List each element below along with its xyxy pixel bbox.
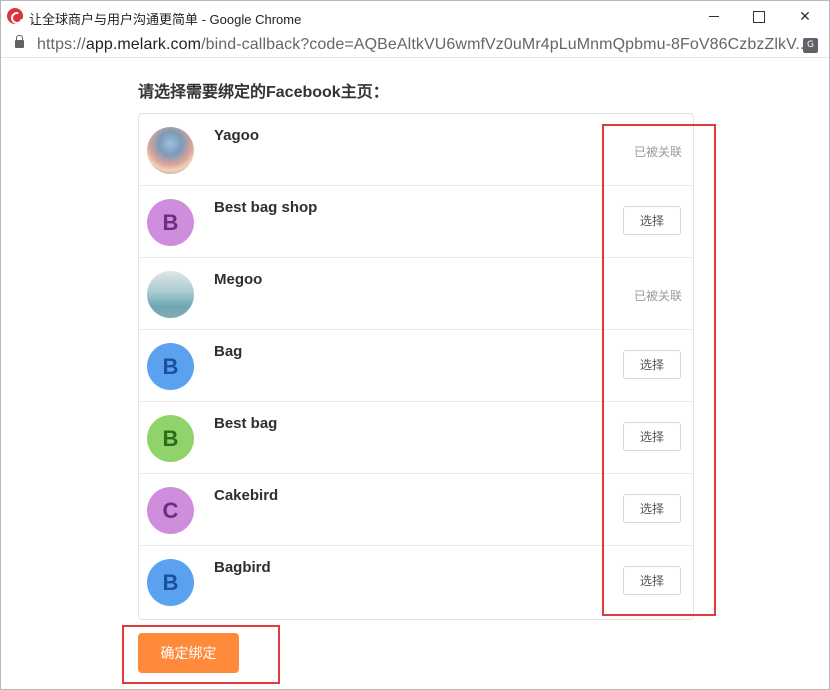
address-bar[interactable]: https://app.melark.com/bind-callback?cod… [1,32,829,58]
annotation-box-confirm [122,625,280,684]
app-logo-icon [7,8,23,24]
url-host: app.melark.com [85,36,202,53]
page-avatar [147,271,194,318]
page-name: Best bag shop [214,199,318,216]
page-name: Best bag [214,415,278,432]
page-avatar: B [147,199,194,246]
page-avatar [147,127,194,174]
maximize-icon[interactable] [736,1,782,32]
page-avatar: C [147,487,194,534]
browser-window: 让全球商户与用户沟通更简单 - Google Chrome ✕ https://… [0,0,830,690]
title-bar: 让全球商户与用户沟通更简单 - Google Chrome ✕ [1,1,829,32]
close-icon[interactable]: ✕ [782,1,828,32]
page-name: Bag [214,343,243,360]
page-content: 请选择需要绑定的Facebook主页： Yagoo 已被关联 B Best bag s… [1,59,829,689]
page-avatar: B [147,559,194,606]
url-scheme: https:// [37,36,86,53]
window-title: 让全球商户与用户沟通更简单 - Google Chrome [29,12,302,27]
url-text[interactable]: https://app.melark.com/bind-callback?cod… [37,36,809,54]
minimize-icon[interactable] [691,1,737,32]
lock-icon[interactable] [15,35,24,48]
url-path: /bind-callback?code=AQBeAltkVU6wmfVz0uMr… [201,36,810,53]
page-name: Megoo [214,271,263,288]
page-heading: 请选择需要绑定的Facebook主页： [138,84,389,101]
translate-icon[interactable]: G [803,38,818,53]
page-avatar: B [147,343,194,390]
page-name: Yagoo [214,127,260,144]
page-name: Bagbird [214,559,271,576]
page-name: Cakebird [214,487,279,504]
page-avatar: B [147,415,194,462]
annotation-box-actions [602,124,716,616]
